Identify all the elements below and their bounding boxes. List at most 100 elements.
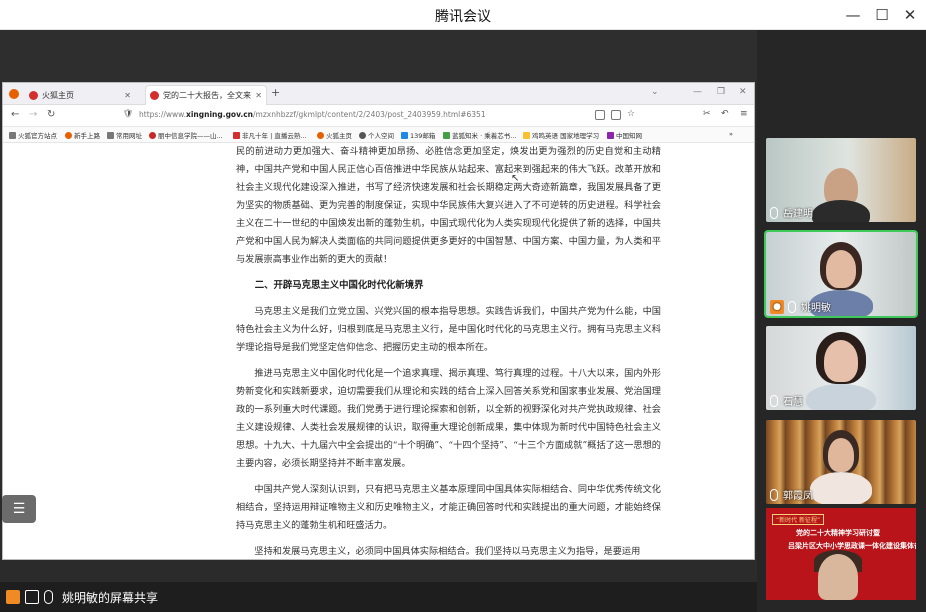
bookmarks-bar: 火狐官方站点 新手上路 常用网址 丽中信息学院——山... 非凡十年 | 直播云… bbox=[3, 127, 754, 143]
more-bookmarks-icon[interactable]: » bbox=[729, 130, 733, 138]
firefox-bookmark-icon bbox=[65, 131, 72, 139]
bookmark-item[interactable]: 火狐官方站点 bbox=[9, 130, 57, 140]
url-path: /mzxnhbzzf/gkmlpt/content/2/2403/post_24… bbox=[253, 110, 486, 119]
globe-icon bbox=[359, 131, 366, 139]
school-icon bbox=[149, 131, 156, 139]
participant-name: 岳建明 bbox=[783, 209, 813, 220]
tab-close-icon[interactable]: ✕ bbox=[255, 91, 262, 100]
reload-icon[interactable]: ↻ bbox=[47, 109, 55, 120]
participant-tile[interactable]: 岳建明 bbox=[766, 138, 916, 222]
participant-video bbox=[828, 438, 854, 472]
user-icon[interactable] bbox=[6, 590, 20, 604]
browser-tab-report[interactable]: 党的二十大报告，全文来了！ ✕ bbox=[145, 85, 267, 105]
app-title: 腾讯会议 bbox=[435, 9, 491, 25]
fox-icon bbox=[443, 131, 450, 139]
book-icon bbox=[523, 131, 530, 139]
bookmark-item[interactable]: 个人空间 bbox=[359, 130, 394, 140]
browser-minimize-icon[interactable]: — bbox=[693, 87, 702, 97]
bookmark-item[interactable]: 鸡鸣英语 国家地理学习 bbox=[523, 130, 599, 140]
list-toggle-icon[interactable]: ☰ bbox=[2, 495, 36, 523]
microphone-icon[interactable] bbox=[770, 488, 778, 504]
article-paragraph: 推进马克思主义中国化时代化是一个追求真理、揭示真理、笃行真理的过程。十八大以来，… bbox=[236, 368, 661, 469]
close-icon[interactable]: ✕ bbox=[899, 4, 921, 26]
screen-share-icon[interactable] bbox=[25, 590, 39, 604]
participant-name: 郭霞凤 bbox=[783, 491, 813, 502]
folder-icon bbox=[107, 131, 114, 139]
tab-favicon-icon bbox=[29, 90, 38, 100]
back-icon[interactable]: ← bbox=[11, 109, 19, 120]
participant-label: 石慧 bbox=[770, 393, 803, 410]
article-paragraph: 民的前进动力更加强大、奋斗精神更加昂扬、必胜信念更加坚定，焕发出更为强烈的历史自… bbox=[236, 146, 661, 265]
browser-close-icon[interactable]: ✕ bbox=[739, 87, 747, 97]
tab-close-icon[interactable]: ✕ bbox=[124, 91, 131, 100]
tencent-meeting-window: 腾讯会议 — ☐ ✕ 火狐主页 ✕ 党的二十大报告，全文来了！ ✕ + ⌄ bbox=[0, 0, 926, 612]
poster-tag: “新时代 新征程” bbox=[772, 514, 825, 525]
screenshot-icon[interactable]: ✂ bbox=[703, 109, 711, 119]
participant-tile[interactable]: 石慧 bbox=[766, 326, 916, 410]
mail-icon bbox=[401, 131, 408, 139]
forward-icon[interactable]: → bbox=[29, 109, 37, 120]
qr-code-icon[interactable] bbox=[595, 110, 605, 120]
cnki-icon bbox=[607, 131, 614, 139]
participant-video bbox=[826, 250, 856, 288]
participant-tile[interactable]: 郭霞凤 bbox=[766, 420, 916, 504]
participant-tile[interactable]: ● 姚明敏 bbox=[764, 230, 918, 318]
bookmark-item[interactable]: 非凡十年 | 直播云熟... bbox=[233, 130, 307, 140]
bookmark-item[interactable]: 139邮箱 bbox=[401, 130, 435, 140]
bookmark-item[interactable]: 丽中信息学院——山... bbox=[149, 130, 223, 140]
maximize-icon[interactable]: ☐ bbox=[871, 4, 893, 26]
screen-share-label: 姚明敏的屏幕共享 bbox=[62, 591, 159, 605]
url-bar[interactable]: https://www.xingning.gov.cn/mzxnhbzzf/gk… bbox=[139, 110, 486, 119]
url-prefix: https://www. bbox=[139, 110, 186, 119]
shared-screen: 火狐主页 ✕ 党的二十大报告，全文来了！ ✕ + ⌄ — ❐ ✕ ← → ↻ 🛡 bbox=[0, 30, 757, 582]
firefox-bookmark-icon bbox=[317, 131, 324, 139]
bookmark-item[interactable]: 火狐主页 bbox=[317, 130, 352, 140]
microphone-icon[interactable] bbox=[770, 394, 778, 410]
mouse-cursor-icon: ↖ bbox=[511, 173, 520, 184]
article-paragraph: 坚持和发展马克思主义，必须同中国具体实际相结合。我们坚持以马克思主义为指导，是要… bbox=[254, 546, 641, 557]
bookmark-item[interactable]: 蓝狐知米 · 乘着芯书... bbox=[443, 130, 516, 140]
tab-label: 党的二十大报告，全文来了！ bbox=[163, 91, 252, 100]
news-icon bbox=[233, 131, 240, 139]
article-heading: 二、开辟马克思主义中国化时代化新境界 bbox=[254, 280, 424, 291]
participant-label: ● 姚明敏 bbox=[770, 299, 831, 316]
bookmark-item[interactable]: 常用网址 bbox=[107, 130, 142, 140]
participant-label: 郭霞凤 bbox=[770, 487, 813, 504]
participant-video bbox=[806, 384, 876, 410]
browser-restore-icon[interactable]: ❐ bbox=[717, 87, 725, 97]
participant-video bbox=[812, 200, 870, 222]
participant-name: 姚明敏 bbox=[801, 303, 831, 314]
browser-tab-home[interactable]: 火狐主页 ✕ bbox=[25, 85, 135, 105]
shared-screen-top-margin bbox=[0, 30, 757, 82]
menu-icon[interactable]: ≡ bbox=[740, 109, 748, 119]
undo-icon[interactable]: ↶ bbox=[721, 109, 729, 119]
tab-label: 火狐主页 bbox=[42, 90, 74, 100]
bottom-status-bar: 姚明敏的屏幕共享 bbox=[0, 582, 757, 612]
bookmark-star-icon[interactable]: ☆ bbox=[627, 109, 635, 119]
user-icon: ● bbox=[770, 299, 784, 314]
poster-person bbox=[818, 554, 858, 600]
shared-browser-window: 火狐主页 ✕ 党的二十大报告，全文来了！ ✕ + ⌄ — ❐ ✕ ← → ↻ 🛡 bbox=[2, 82, 755, 560]
participant-name: 石慧 bbox=[783, 397, 803, 408]
microphone-icon[interactable] bbox=[44, 590, 53, 604]
shield-icon[interactable]: 🛡 bbox=[123, 109, 133, 118]
new-tab-icon[interactable]: + bbox=[271, 86, 280, 99]
tab-list-icon[interactable]: ⌄ bbox=[651, 87, 659, 97]
browser-tab-bar: 火狐主页 ✕ 党的二十大报告，全文来了！ ✕ + ⌄ — ❐ ✕ bbox=[3, 83, 754, 105]
minimize-icon[interactable]: — bbox=[842, 4, 864, 26]
article-body: 民的前进动力更加强大、奋斗精神更加昂扬、必胜信念更加坚定，焕发出更为强烈的历史自… bbox=[236, 143, 661, 559]
microphone-icon[interactable] bbox=[770, 206, 778, 222]
poster-subtitle: 吕梁片区大中小学思政课一体化建设集体备课会 bbox=[788, 542, 916, 550]
firefox-icon[interactable] bbox=[9, 89, 19, 99]
bookmark-item[interactable]: 中国知网 bbox=[607, 130, 642, 140]
participant-label: 岳建明 bbox=[770, 205, 813, 222]
folder-icon bbox=[9, 131, 16, 139]
bookmark-item[interactable]: 新手上路 bbox=[65, 130, 100, 140]
participant-poster-tile[interactable]: “新时代 新征程” 党的二十大精神学习研讨暨 吕梁片区大中小学思政课一体化建设集… bbox=[766, 508, 916, 600]
reader-view-icon[interactable] bbox=[611, 110, 621, 120]
poster-title: 党的二十大精神学习研讨暨 bbox=[796, 529, 880, 537]
url-domain: xingning.gov.cn bbox=[185, 110, 254, 119]
microphone-icon[interactable] bbox=[788, 300, 796, 316]
tab-favicon-icon bbox=[150, 91, 159, 100]
participant-video bbox=[810, 472, 872, 504]
